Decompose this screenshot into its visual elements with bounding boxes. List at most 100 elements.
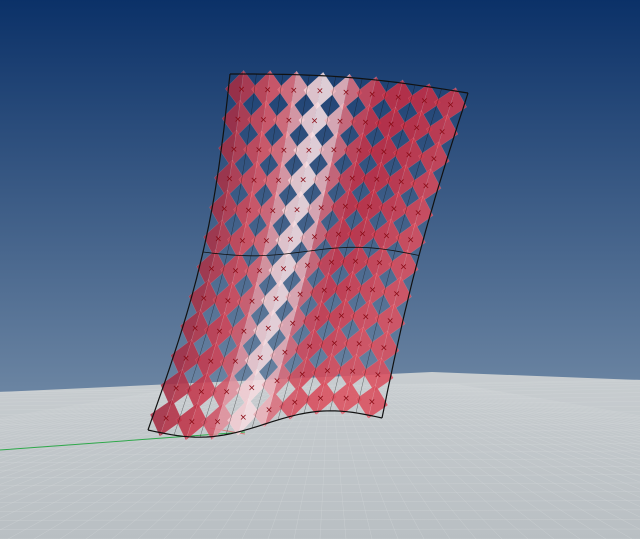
panel-center-marker: ×	[287, 235, 295, 245]
panel-center-marker: ×	[390, 205, 398, 215]
panel-center-marker: ×	[162, 414, 170, 424]
panel-center-marker: ×	[226, 175, 234, 185]
panel-center-marker: ×	[264, 85, 272, 95]
panel-center-marker: ×	[188, 418, 196, 428]
panel-center-marker: ×	[240, 413, 248, 423]
panel-center-marker: ×	[305, 146, 313, 156]
panel-center-marker: ×	[374, 371, 382, 381]
panel-center-marker: ×	[290, 86, 298, 96]
panel-center-marker: ×	[368, 398, 376, 408]
panel-center-marker: ×	[273, 377, 281, 387]
panel-center-marker: ×	[281, 348, 289, 358]
panel-center-marker: ×	[430, 154, 438, 164]
panel-center-marker: ×	[398, 177, 406, 187]
panel-center-marker: ×	[208, 264, 216, 274]
panel-center-marker: ×	[380, 148, 388, 158]
panel-center-marker: ×	[386, 317, 394, 327]
panel-center-marker: ×	[239, 236, 247, 246]
panel-center-marker: ×	[321, 286, 329, 296]
panel-center-marker: ×	[296, 290, 304, 300]
panel-center-marker: ×	[182, 354, 190, 364]
panel-center-marker: ×	[191, 324, 199, 334]
panel-center-marker: ×	[362, 313, 370, 323]
panel-center-marker: ×	[221, 205, 229, 215]
panel-center-marker: ×	[207, 357, 215, 367]
viewport-scene[interactable]: × × × × × × × × × × × × × × × × × × × × × × × × × × × × × × × × × × × × × × × ×…	[0, 0, 640, 539]
panel-center-marker: ×	[349, 367, 357, 377]
panel-center-marker: ×	[293, 205, 301, 215]
panel-center-marker: ×	[245, 206, 253, 216]
panel-center-marker: ×	[395, 93, 403, 103]
panel-center-marker: ×	[383, 232, 391, 242]
panel-center-marker: ×	[393, 290, 401, 300]
panel-center-marker: ×	[376, 259, 384, 269]
panel-center-marker: ×	[248, 297, 256, 307]
panel-center-marker: ×	[331, 339, 339, 349]
panel-center-marker: ×	[200, 294, 208, 304]
panel-center-marker: ×	[215, 234, 223, 244]
panel-center-marker: ×	[342, 202, 350, 212]
panel-center-marker: ×	[265, 406, 273, 416]
panel-center-marker: ×	[299, 176, 307, 186]
panel-center-marker: ×	[405, 150, 413, 160]
panel-center-marker: ×	[269, 206, 277, 216]
panel-center-marker: ×	[413, 123, 421, 133]
panel-center-marker: ×	[275, 176, 283, 186]
panel-center-marker: ×	[342, 394, 350, 404]
panel-center-marker: ×	[387, 120, 395, 130]
panel-center-marker: ×	[311, 116, 319, 126]
panel-center-marker: ×	[366, 202, 374, 212]
panel-center-marker: ×	[414, 209, 422, 219]
panel-center-marker: ×	[352, 257, 360, 267]
panel-center-marker: ×	[330, 146, 338, 156]
panel-center-marker: ×	[223, 387, 231, 397]
panel-center-marker: ×	[214, 417, 222, 427]
panel-center-marker: ×	[362, 118, 370, 128]
panel-center-marker: ×	[407, 236, 415, 246]
panel-center-marker: ×	[368, 90, 376, 100]
panel-center-marker: ×	[400, 263, 408, 273]
panel-center-marker: ×	[255, 146, 263, 156]
panel-center-marker: ×	[172, 384, 180, 394]
panel-center-marker: ×	[338, 312, 346, 322]
panel-center-marker: ×	[248, 383, 256, 393]
panel-center-marker: ×	[335, 230, 343, 240]
panel-center-marker: ×	[250, 176, 258, 186]
panel-center-marker: ×	[324, 366, 332, 376]
panel-center-marker: ×	[324, 175, 332, 185]
panel-center-marker: ×	[373, 175, 381, 185]
panel-center-marker: ×	[421, 96, 429, 106]
panel-center-marker: ×	[355, 146, 363, 156]
panel-center-marker: ×	[232, 357, 240, 367]
panel-center-marker: ×	[265, 324, 273, 334]
panel-center-marker: ×	[216, 327, 224, 337]
panel-center-marker: ×	[311, 232, 319, 242]
panel-center-marker: ×	[345, 284, 353, 294]
panel-center-marker: ×	[355, 340, 363, 350]
panel-center-marker: ×	[380, 344, 388, 354]
panel-center-marker: ×	[289, 319, 297, 329]
panel-center-marker: ×	[232, 267, 240, 277]
panel-center-marker: ×	[336, 117, 344, 127]
panel-center-marker: ×	[369, 286, 377, 296]
panel-center-marker: ×	[198, 387, 206, 397]
panel-center-marker: ×	[313, 314, 321, 324]
panel-center-marker: ×	[272, 294, 280, 304]
panel-center-marker: ×	[256, 354, 264, 364]
panel-center-marker: ×	[317, 394, 325, 404]
panel-center-marker: ×	[285, 116, 293, 126]
panel-center-marker: ×	[230, 145, 238, 155]
panel-center-marker: ×	[260, 115, 268, 125]
panel-center-marker: ×	[291, 398, 299, 408]
panel-center-marker: ×	[342, 88, 350, 98]
panel-center-marker: ×	[263, 237, 271, 247]
panel-center-marker: ×	[422, 182, 430, 192]
3d-viewport[interactable]: × × × × × × × × × × × × × × × × × × × × × × × × × × × × × × × × × × × × × × × ×…	[0, 0, 640, 539]
panel-center-marker: ×	[280, 265, 288, 275]
panel-center-marker: ×	[348, 174, 356, 184]
panel-center-marker: ×	[234, 115, 242, 125]
panel-center-marker: ×	[280, 146, 288, 156]
panel-center-marker: ×	[317, 203, 325, 213]
panel-center-marker: ×	[238, 85, 246, 95]
panel-center-marker: ×	[304, 261, 312, 271]
